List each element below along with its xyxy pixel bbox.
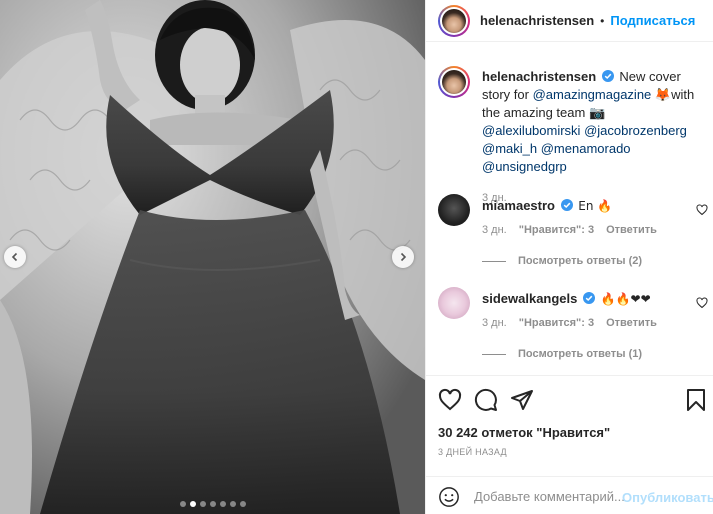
heart-icon[interactable] (696, 204, 708, 216)
caption-mention-link[interactable]: @amazingmagazine (533, 87, 652, 102)
verified-badge-icon (583, 292, 596, 304)
commenter-username[interactable]: miamaestro (482, 198, 555, 213)
smile-icon[interactable] (438, 486, 460, 508)
post-date: 3 ДНЕЙ НАЗАД (438, 447, 507, 457)
comment-icon[interactable] (474, 388, 498, 412)
comment-time: 3 дн. (482, 224, 507, 236)
follow-button[interactable]: Подписаться (610, 13, 695, 28)
comment-input[interactable] (474, 485, 624, 507)
commenter-avatar[interactable] (438, 287, 470, 319)
bookmark-icon[interactable] (684, 388, 708, 412)
replies-line (482, 353, 506, 355)
chevron-right-icon (400, 252, 407, 262)
carousel-dot (200, 501, 206, 507)
comment-meta: 3 дн. "Нравится": 3 Ответить (482, 224, 657, 236)
add-comment-bar: Опубликовать (426, 476, 713, 514)
comment-time: 3 дн. (482, 317, 507, 329)
carousel-dot (220, 501, 226, 507)
comment-text: En 🔥 (578, 199, 613, 213)
caption-body: New cover story for @amazingmagazine 🦊wi… (482, 69, 694, 174)
verified-badge-icon (601, 70, 614, 82)
comment-body: sidewalkangels 🔥🔥❤❤ (482, 291, 692, 306)
caption-mention-link[interactable]: @jacobrozenberg (584, 123, 687, 138)
carousel-next-button[interactable] (392, 246, 414, 268)
heart-icon[interactable] (696, 297, 708, 309)
post-side-panel: helenachristensen • Подписаться helenach… (425, 0, 713, 514)
replies-line (482, 260, 506, 262)
view-replies-label: Посмотреть ответы (1) (518, 348, 643, 360)
separator-dot: • (600, 13, 605, 28)
comments-area[interactable]: helenachristensen New cover story for @a… (426, 42, 713, 375)
caption-mention-link[interactable]: @alexilubomirski (482, 123, 580, 138)
heart-icon[interactable] (438, 388, 462, 412)
action-bar (426, 375, 713, 423)
carousel-dot (190, 501, 196, 507)
comment-item: sidewalkangels 🔥🔥❤❤ 3 дн. "Нравится": 3 … (438, 287, 708, 367)
carousel-prev-button[interactable] (4, 246, 26, 268)
share-icon[interactable] (510, 388, 534, 412)
comment-meta: 3 дн. "Нравится": 3 Ответить (482, 317, 657, 329)
carousel-dot (210, 501, 216, 507)
view-replies-button[interactable]: Посмотреть ответы (1) (482, 348, 642, 360)
carousel-dot (230, 501, 236, 507)
comment-item: miamaestro En 🔥 3 дн. "Нравится": 3 Отве… (438, 194, 708, 274)
comment-body: miamaestro En 🔥 (482, 198, 692, 213)
post-photo (0, 0, 425, 514)
reply-button[interactable]: Ответить (606, 224, 657, 236)
caption-text: helenachristensen New cover story for @a… (482, 68, 704, 207)
comment-likes[interactable]: "Нравится": 3 (519, 317, 594, 329)
caption-mention-link[interactable]: @maki_h (482, 141, 537, 156)
chevron-left-icon (11, 252, 18, 262)
caption-username[interactable]: helenachristensen (482, 69, 596, 84)
comment-text: 🔥🔥❤❤ (600, 292, 651, 306)
caption-mention-link[interactable]: @unsignedgrp (482, 159, 567, 174)
likes-count[interactable]: 30 242 отметок "Нравится" (438, 425, 610, 440)
post-header: helenachristensen • Подписаться (426, 0, 713, 42)
caption-author-avatar[interactable] (438, 66, 470, 98)
publish-button[interactable]: Опубликовать (622, 490, 713, 505)
author-username[interactable]: helenachristensen (480, 13, 594, 28)
carousel-dot (240, 501, 246, 507)
commenter-avatar[interactable] (438, 194, 470, 226)
verified-badge-icon (560, 199, 573, 211)
carousel-dot (180, 501, 186, 507)
view-replies-button[interactable]: Посмотреть ответы (2) (482, 255, 642, 267)
caption-mention-link[interactable]: @menamorado (541, 141, 631, 156)
reply-button[interactable]: Ответить (606, 317, 657, 329)
commenter-username[interactable]: sidewalkangels (482, 291, 577, 306)
carousel-indicator (180, 501, 246, 507)
photo-illustration (0, 0, 425, 514)
author-avatar[interactable] (438, 4, 470, 37)
view-replies-label: Посмотреть ответы (2) (518, 255, 643, 267)
comment-likes[interactable]: "Нравится": 3 (519, 224, 594, 236)
